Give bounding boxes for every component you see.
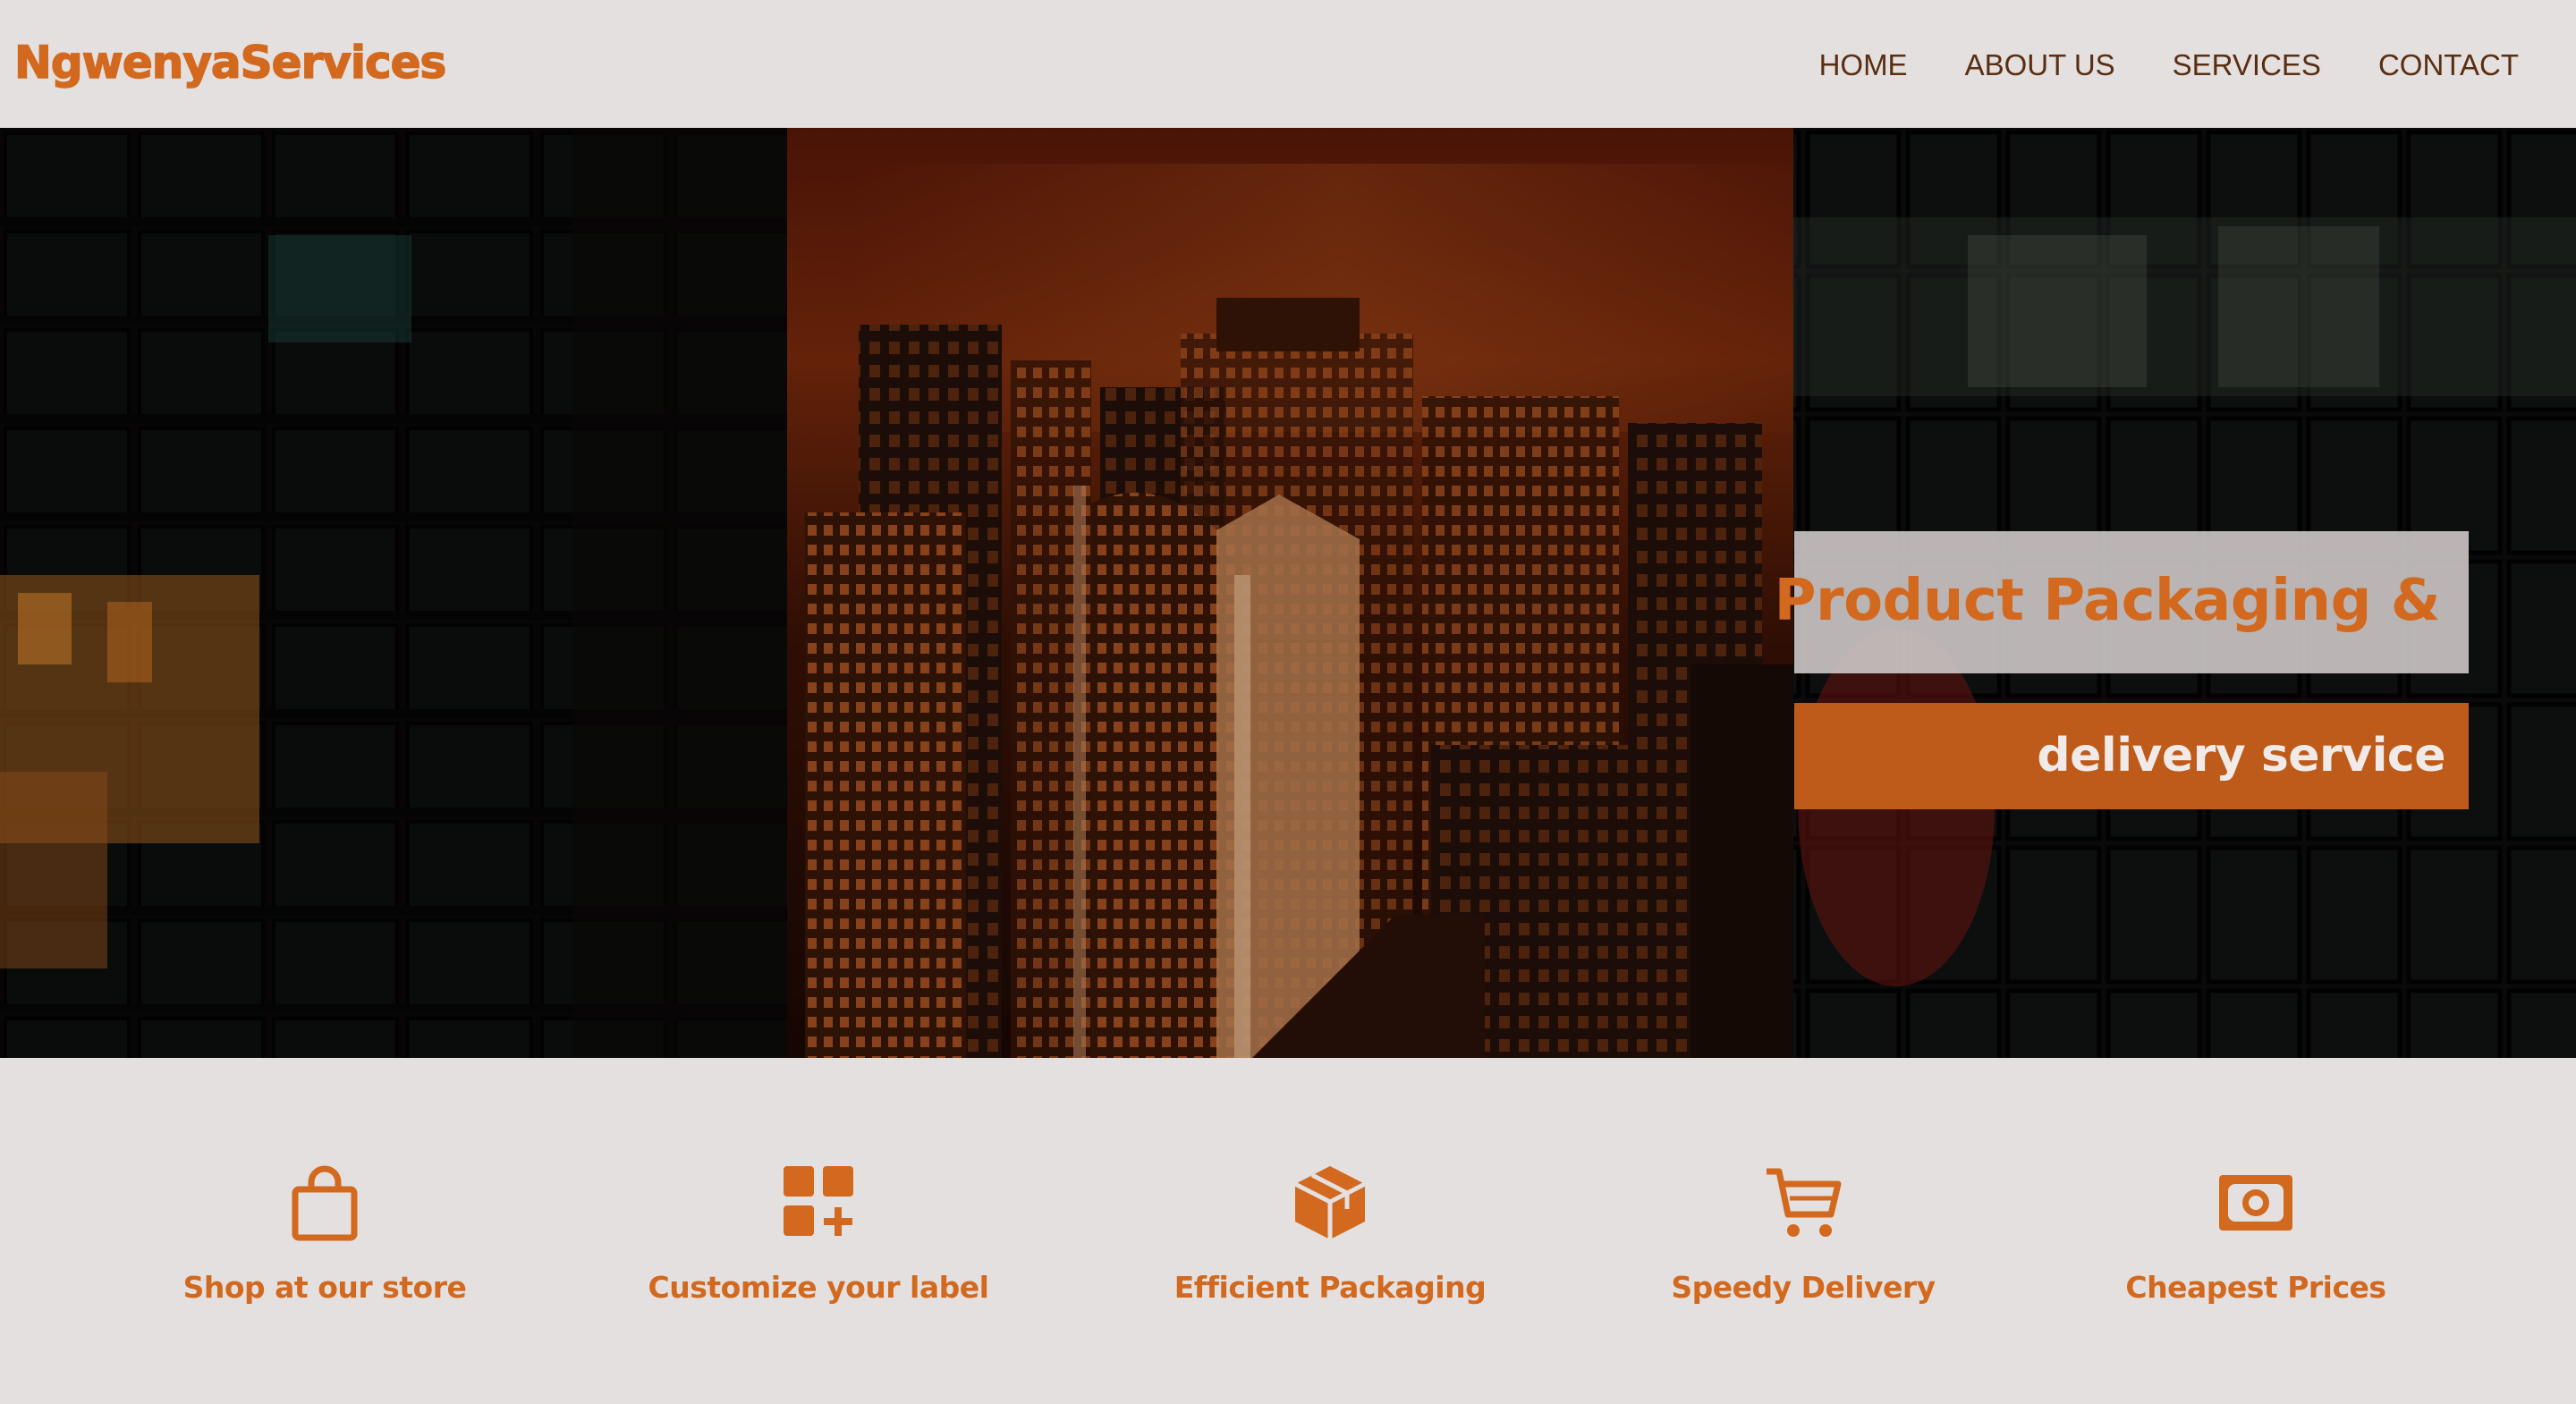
- feature-label: Shop at our store: [182, 1270, 467, 1305]
- nav-home-link[interactable]: HOME: [1819, 43, 1908, 88]
- feature-label: Cheapest Prices: [2125, 1270, 2386, 1305]
- feature-prices[interactable]: Cheapest Prices: [2050, 1163, 2462, 1324]
- hero-headline-box-bottom: delivery service: [1794, 703, 2469, 809]
- brand-logo[interactable]: NgwenyaServices: [13, 36, 447, 89]
- feature-customize[interactable]: Customize your label: [613, 1163, 1024, 1324]
- grid-plus-icon: [784, 1166, 853, 1236]
- feature-label: Speedy Delivery: [1671, 1270, 1936, 1305]
- feature-packaging[interactable]: Efficient Packaging: [1124, 1163, 1536, 1324]
- hero-headline-line1: Product Packaging &: [1774, 568, 2441, 634]
- money-bill-icon: [2219, 1175, 2292, 1231]
- site-header: NgwenyaServices HOME ABOUT US SERVICES C…: [0, 0, 2576, 128]
- main-nav: HOME ABOUT US SERVICES CONTACT: [1819, 43, 2519, 88]
- feature-label: Efficient Packaging: [1174, 1270, 1487, 1305]
- nav-services-link[interactable]: SERVICES: [2173, 43, 2321, 88]
- hero-banner: Product Packaging & delivery service: [0, 128, 2576, 1058]
- landing-page: NgwenyaServices HOME ABOUT US SERVICES C…: [0, 0, 2576, 1404]
- nav-contact-link[interactable]: CONTACT: [2378, 43, 2519, 88]
- hero-headline-line2: delivery service: [2037, 729, 2445, 782]
- nav-about-link[interactable]: ABOUT US: [1965, 43, 2115, 88]
- feature-delivery[interactable]: Speedy Delivery: [1597, 1163, 2009, 1324]
- shopping-bag-icon: [292, 1165, 358, 1241]
- package-box-icon: [1293, 1166, 1367, 1239]
- hero-headline-box-top: Product Packaging &: [1775, 531, 2469, 673]
- shopping-cart-icon: [1767, 1168, 1842, 1237]
- feature-shop[interactable]: Shop at our store: [119, 1163, 530, 1324]
- feature-label: Customize your label: [648, 1270, 989, 1305]
